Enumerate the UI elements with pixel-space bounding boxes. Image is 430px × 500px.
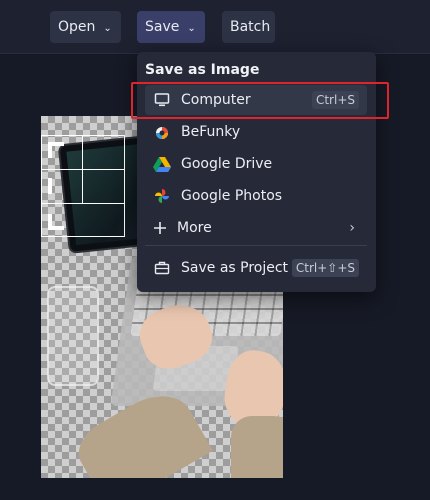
menu-item-label: Save as Project [181, 260, 289, 276]
chevron-right-icon: › [349, 220, 355, 236]
highlight-annotation-box [131, 82, 389, 119]
shortcut-badge: Ctrl+⇧+S [291, 259, 359, 277]
crop-box[interactable] [41, 135, 125, 237]
menu-item-label: More [177, 220, 212, 236]
top-toolbar: Open ⌄ Save ⌄ Batch [0, 0, 430, 54]
right-sleeve [231, 416, 283, 478]
crop-corner-handle-top-left[interactable] [48, 142, 64, 158]
menu-divider [145, 245, 367, 246]
menu-item-label: Google Drive [181, 156, 273, 172]
menu-item-save-as-project[interactable]: Save as Project Ctrl+⇧+S [145, 253, 367, 283]
befunky-icon [153, 123, 171, 141]
crop-grid-cell [83, 136, 125, 170]
batch-button-label: Batch [230, 19, 271, 35]
plus-icon [151, 219, 169, 237]
menu-item-more[interactable]: More › [145, 213, 367, 243]
briefcase-icon [153, 259, 171, 277]
crop-grid-cell [83, 170, 125, 204]
google-drive-icon [153, 155, 171, 173]
menu-item-befunky[interactable]: BeFunky [145, 117, 367, 147]
google-photos-icon [153, 187, 171, 205]
menu-title: Save as Image [145, 62, 260, 78]
menu-item-label: BeFunky [181, 124, 241, 140]
save-button-label: Save [145, 19, 180, 35]
batch-button[interactable]: Batch [222, 11, 275, 43]
menu-item-google-photos[interactable]: Google Photos [145, 181, 367, 211]
open-button-label: Open [58, 19, 96, 35]
chevron-down-icon: ⌄ [103, 22, 112, 34]
chevron-down-icon: ⌄ [187, 22, 196, 34]
phone-in-photo [47, 286, 99, 386]
save-button[interactable]: Save ⌄ [137, 11, 205, 43]
crop-side-handle-left[interactable] [48, 178, 52, 194]
open-button[interactable]: Open ⌄ [50, 11, 121, 43]
crop-corner-handle-bottom-left[interactable] [48, 214, 64, 230]
menu-item-label: Google Photos [181, 188, 283, 204]
menu-item-google-drive[interactable]: Google Drive [145, 149, 367, 179]
